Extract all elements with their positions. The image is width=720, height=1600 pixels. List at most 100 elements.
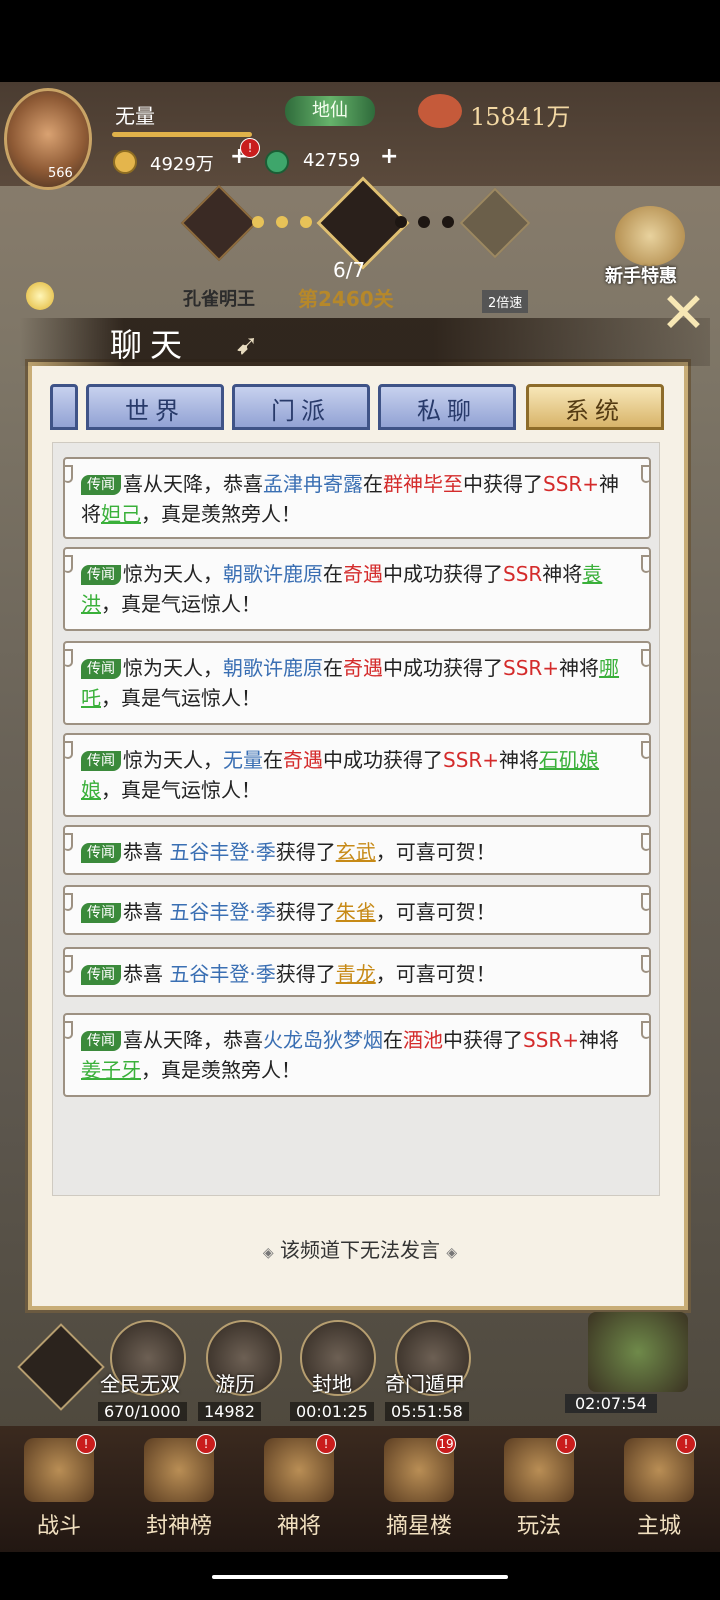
brush-icon: ➹ — [235, 328, 259, 361]
add-jade-button[interactable]: + — [380, 144, 398, 169]
message-text: 恭喜 — [123, 900, 170, 924]
tab-private[interactable]: 私聊 — [378, 384, 516, 430]
feature-value-3: 05:51:58 — [385, 1402, 469, 1421]
home-indicator[interactable] — [212, 1575, 508, 1579]
message-text: 获得了 — [275, 840, 336, 864]
notification-badge: ! — [196, 1434, 216, 1454]
feature-label-2: 封地 — [312, 1372, 352, 1396]
message-text: ，真是气运惊人！ — [101, 778, 261, 802]
message-text: ，真是气运惊人！ — [101, 686, 261, 710]
feature-label-3: 奇门遁甲 — [385, 1372, 465, 1396]
rumor-tag: 传闻 — [81, 843, 121, 863]
rumor-tag: 传闻 — [81, 903, 121, 923]
highlight-text: 群神毕至 — [383, 472, 463, 496]
feature-value-0: 670/1000 — [98, 1402, 187, 1421]
rumor-tag: 传闻 — [81, 475, 121, 495]
ornament-right-icon: ◈ — [446, 1245, 458, 1261]
reward-link[interactable]: 朱雀 — [336, 900, 376, 924]
message-text: 神将 — [499, 748, 540, 772]
message-text: 在 — [263, 748, 283, 772]
nav-label: 战斗 — [36, 1514, 81, 1539]
nav-generals[interactable]: 神将! — [240, 1434, 358, 1546]
message-text: 恭喜 — [123, 962, 170, 986]
player-name-link[interactable]: 朝歌许鹿原 — [223, 562, 323, 586]
nav-city[interactable]: 主城! — [600, 1434, 718, 1546]
chat-message: 传闻 喜从天降，恭喜孟津冉寄露在群神毕至中获得了SSR+神将妲己，真是羡煞旁人！ — [63, 457, 651, 539]
message-text: 喜从天降，恭喜 — [123, 472, 263, 496]
highlight-text: SSR+ — [543, 472, 600, 496]
tab-world[interactable]: 世界 — [86, 384, 224, 430]
rumor-tag: 传闻 — [81, 659, 121, 679]
feature-value-2: 00:01:25 — [290, 1402, 374, 1421]
no-speak-text: 该频道下无法发言 — [280, 1238, 440, 1262]
power-icon — [418, 94, 462, 128]
chat-message: 传闻 惊为天人，朝歌许鹿原在奇遇中成功获得了SSR+神将哪吒，真是气运惊人！ — [63, 641, 651, 725]
chat-message: 传闻 喜从天降，恭喜火龙岛狄梦烟在酒池中获得了SSR+神将姜子牙，真是羡煞旁人！ — [63, 1013, 651, 1097]
message-text: ，真是羡煞旁人！ — [141, 1058, 301, 1082]
tab-sect[interactable]: 门派 — [232, 384, 370, 430]
reward-link[interactable]: 妲己 — [101, 502, 141, 526]
message-text: ，可喜可贺！ — [375, 962, 496, 986]
progress-dot — [252, 216, 264, 228]
message-text: 神将 — [579, 1028, 620, 1052]
newbie-offer-icon[interactable] — [615, 206, 685, 266]
player-name-link[interactable]: 孟津冉寄露 — [263, 472, 363, 496]
stage-progress: 6/7 — [333, 258, 366, 282]
treasure-chest-icon[interactable] — [588, 1312, 688, 1392]
highlight-text: 奇遇 — [283, 748, 323, 772]
notification-badge: ! — [676, 1434, 696, 1454]
player-name-link[interactable]: 五谷丰登·季 — [169, 962, 275, 986]
lantern-icon — [26, 282, 54, 310]
message-text: 中成功获得了 — [383, 656, 503, 680]
player-name-link[interactable]: 朝歌许鹿原 — [223, 656, 323, 680]
message-text: 获得了 — [275, 900, 336, 924]
power-value: 15841万 — [470, 103, 571, 131]
message-text: 中成功获得了 — [383, 562, 503, 586]
feature-label-1: 游历 — [215, 1372, 255, 1396]
reward-link[interactable]: 青龙 — [336, 962, 376, 986]
close-icon[interactable]: ✕ — [660, 286, 707, 346]
player-name-link[interactable]: 五谷丰登·季 — [169, 840, 275, 864]
no-speak-notice: ◈ 该频道下无法发言 ◈ — [0, 1234, 720, 1263]
player-name-link[interactable]: 无量 — [223, 748, 263, 772]
reward-link[interactable]: 玄武 — [336, 840, 376, 864]
progress-dot — [442, 216, 454, 228]
message-text: 神将 — [542, 562, 583, 586]
nav-label: 玩法 — [516, 1514, 561, 1539]
message-text: 喜从天降，恭喜 — [123, 1028, 263, 1052]
player-level: 566 — [48, 166, 73, 181]
progress-dot — [276, 216, 288, 228]
nav-battle[interactable]: 战斗! — [0, 1434, 118, 1546]
highlight-text: SSR — [503, 562, 543, 586]
tab-system[interactable]: 系统 — [526, 384, 664, 430]
nav-star-tower[interactable]: 摘星楼 19 — [360, 1434, 478, 1546]
nav-label: 摘星楼 — [385, 1514, 452, 1539]
message-text: 在 — [323, 656, 343, 680]
message-list[interactable]: 传闻 喜从天降，恭喜孟津冉寄露在群神毕至中获得了SSR+神将妲己，真是羡煞旁人！传… — [52, 442, 660, 1196]
progress-dot — [395, 216, 407, 228]
player-name: 无量 — [115, 104, 155, 128]
ornament-left-icon: ◈ — [262, 1245, 274, 1261]
message-text: 中获得了 — [463, 472, 543, 496]
notification-badge: ! — [316, 1434, 336, 1454]
chat-message: 传闻 恭喜 五谷丰登·季获得了青龙，可喜可贺！ — [63, 947, 651, 997]
nav-gameplay[interactable]: 玩法! — [480, 1434, 598, 1546]
reward-link[interactable]: 姜子牙 — [81, 1058, 141, 1082]
jade-value: 42759 — [303, 150, 361, 171]
message-text: 中获得了 — [443, 1028, 523, 1052]
nav-label: 主城 — [636, 1514, 681, 1539]
xp-bar — [112, 132, 252, 137]
chat-message: 传闻 恭喜 五谷丰登·季获得了朱雀，可喜可贺！ — [63, 885, 651, 935]
message-text: 在 — [323, 562, 343, 586]
stage-number: 第2460关 — [298, 287, 394, 311]
player-name-link[interactable]: 五谷丰登·季 — [169, 900, 275, 924]
rumor-tag: 传闻 — [81, 565, 121, 585]
message-text: ，可喜可贺！ — [375, 840, 496, 864]
highlight-text: 奇遇 — [343, 562, 383, 586]
nav-fengshen[interactable]: 封神榜! — [120, 1434, 238, 1546]
feature-label-0: 全民无双 — [100, 1372, 180, 1396]
player-name-link[interactable]: 火龙岛狄梦烟 — [263, 1028, 383, 1052]
message-text: 惊为天人， — [123, 748, 223, 772]
rumor-tag: 传闻 — [81, 751, 121, 771]
notification-badge: 19 — [436, 1434, 456, 1454]
